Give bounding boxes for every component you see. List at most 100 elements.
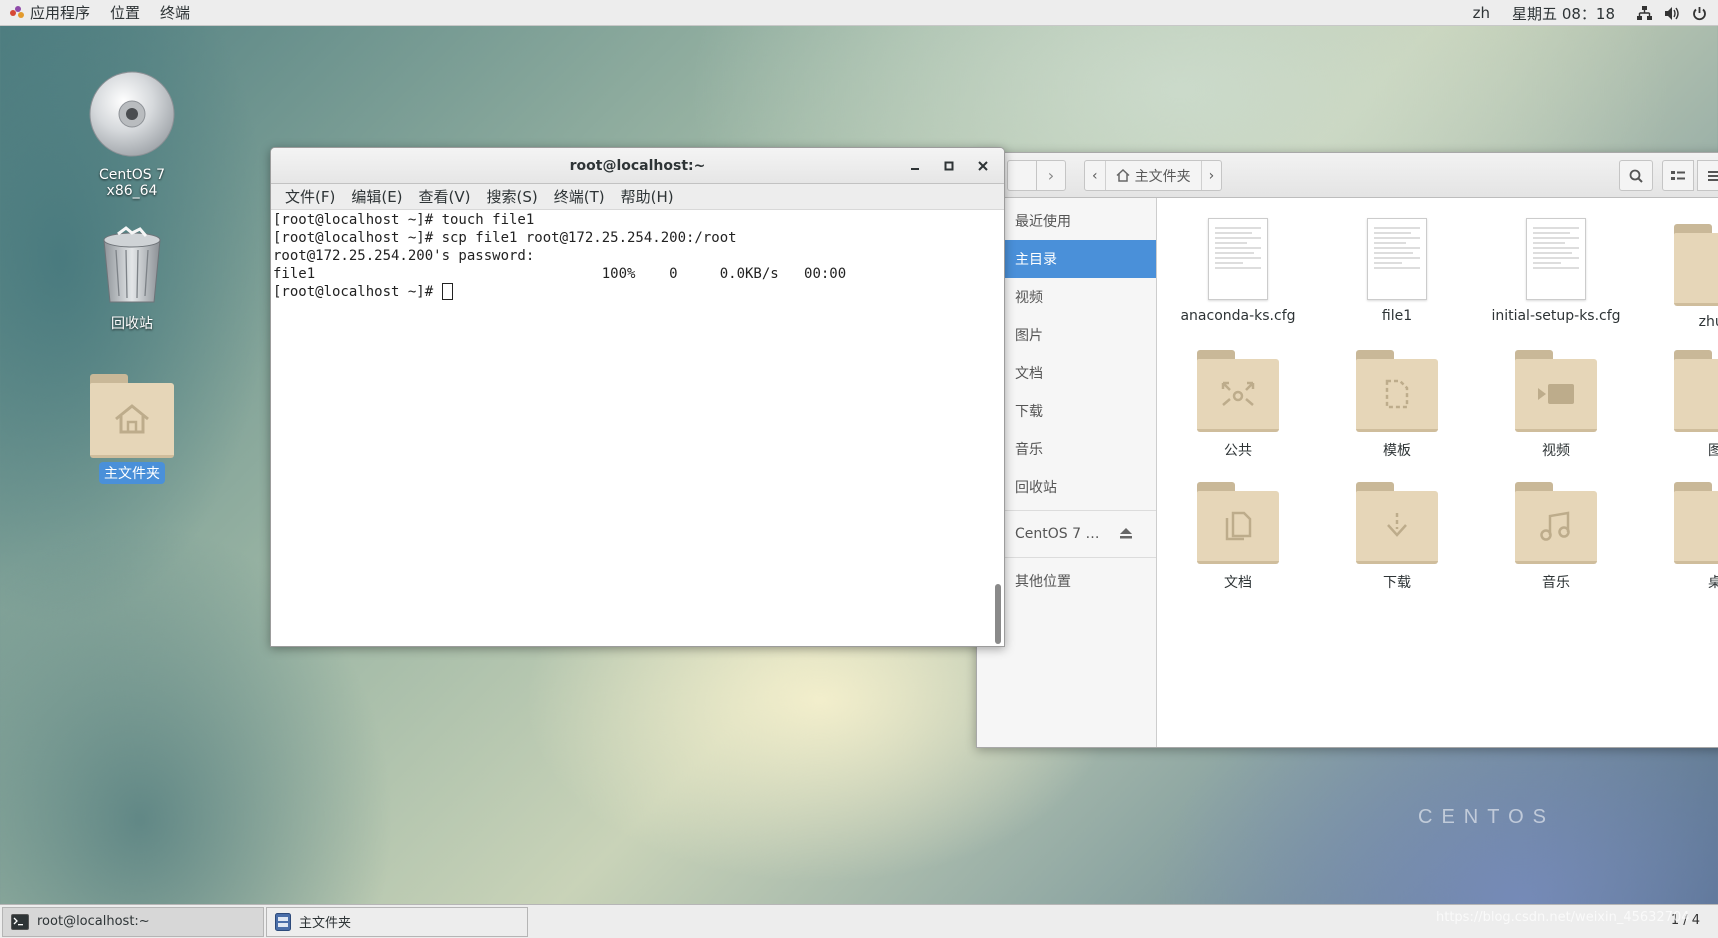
breadcrumb: ‹ 主文件夹 › (1084, 160, 1223, 191)
terminal-app-menu[interactable]: 终端 (150, 0, 200, 26)
terminal-icon (11, 913, 29, 930)
menu-terminal[interactable]: 终端(T) (546, 186, 613, 207)
applications-menu[interactable]: 应用程序 (0, 0, 100, 26)
text-file-icon (1208, 218, 1268, 300)
scrollbar-thumb[interactable] (995, 584, 1001, 644)
desktop-icon-trash[interactable]: 回收站 (72, 226, 192, 334)
music-folder-icon (1515, 482, 1597, 564)
file-name: file1 (1381, 308, 1413, 324)
file-item[interactable]: anaconda-ks.cfg (1163, 218, 1313, 324)
centos-wallpaper-logo: CENTOS (1418, 806, 1555, 828)
file-name: 模板 (1383, 443, 1411, 459)
sidebar-item-label: 主目录 (1015, 252, 1057, 268)
public-folder-icon (1197, 350, 1279, 432)
network-icon (1637, 5, 1652, 20)
file-manager-icon (275, 912, 291, 931)
terminal-scrollbar[interactable] (993, 211, 1001, 644)
file-item[interactable]: 视频 (1481, 350, 1631, 460)
menu-search[interactable]: 搜索(S) (479, 186, 546, 207)
breadcrumb-right-arrow[interactable]: › (1200, 161, 1222, 190)
close-button[interactable] (966, 148, 1000, 184)
chevron-right-icon: › (1047, 166, 1055, 185)
file-name: anaconda-ks.cfg (1180, 308, 1296, 324)
file-name: 桌 (1640, 572, 1718, 592)
back-button[interactable] (1007, 160, 1037, 191)
minimize-button[interactable] (898, 148, 932, 184)
menu-view[interactable]: 查看(V) (411, 186, 479, 207)
file-item[interactable]: initial-setup-ks.cfg (1481, 218, 1631, 324)
terminal-line: root@172.25.254.200's password: (273, 248, 543, 264)
menu-edit[interactable]: 编辑(E) (343, 186, 410, 207)
search-button[interactable] (1619, 160, 1653, 191)
menu-file[interactable]: 文件(F) (277, 186, 343, 207)
file-item[interactable]: 模板 (1322, 350, 1472, 460)
file-item[interactable]: file1 (1322, 218, 1472, 324)
top-panel: 应用程序 位置 终端 zh 星期五 08：18 (0, 0, 1718, 26)
search-icon (1629, 169, 1643, 183)
window-title: root@localhost:~ (569, 157, 706, 174)
text-file-icon (1367, 218, 1427, 300)
terminal-cursor (441, 283, 453, 300)
gnome-foot-icon (10, 5, 24, 20)
terminal-menu-label: 终端 (160, 4, 191, 22)
terminal-menubar: 文件(F) 编辑(E) 查看(V) 搜索(S) 终端(T) 帮助(H) (271, 184, 1004, 210)
menu-help[interactable]: 帮助(H) (613, 186, 682, 207)
file-name: 图 (1640, 440, 1718, 460)
trash-icon (103, 226, 161, 303)
sidebar-item-label: 文档 (1015, 366, 1043, 382)
eject-icon[interactable] (1120, 528, 1132, 539)
list-view-icon (1671, 170, 1685, 180)
task-file-manager[interactable]: 主文件夹 (266, 906, 528, 937)
desktop-icon-label: 主文件夹 (99, 462, 165, 484)
file-item[interactable]: 桌 (1640, 482, 1718, 592)
chevron-left-icon: ‹ (1092, 167, 1098, 184)
file-item[interactable]: 文档 (1163, 482, 1313, 592)
file-name: zhuc (1698, 314, 1718, 330)
file-item[interactable]: 下载 (1322, 482, 1472, 592)
sidebar-item-label: 最近使用 (1015, 214, 1071, 230)
maximize-button[interactable] (932, 148, 966, 184)
file-name: 音乐 (1542, 575, 1570, 591)
terminal-window: root@localhost:~ 文件(F) 编辑(E) 查看(V) 搜索(S)… (270, 147, 1005, 647)
sidebar-item-label: 回收站 (1015, 480, 1057, 496)
file-item[interactable]: 图 (1640, 350, 1718, 460)
file-manager-headerbar: › ‹ 主文件夹 › (977, 153, 1718, 198)
forward-button[interactable]: › (1036, 160, 1066, 191)
maximize-icon (944, 161, 954, 171)
sidebar-item-label: 视频 (1015, 290, 1043, 306)
input-language[interactable]: zh (1462, 0, 1501, 26)
file-grid: anaconda-ks.cfg file1 initial-setup-ks.c… (1157, 198, 1718, 747)
file-manager-window: › ‹ 主文件夹 › 最近使用 主目录 视频 图片 文档 下载 音乐 回收站 C… (976, 152, 1718, 748)
breadcrumb-home[interactable]: 主文件夹 (1106, 161, 1201, 190)
home-folder-icon (90, 374, 174, 458)
file-name: initial-setup-ks.cfg (1491, 308, 1621, 324)
close-icon (978, 161, 988, 171)
disc-icon (89, 71, 175, 157)
places-menu[interactable]: 位置 (100, 0, 150, 26)
breadcrumb-label: 主文件夹 (1134, 168, 1191, 185)
desktop-icon-label: CentOS 7 x86_64 (98, 167, 165, 199)
task-terminal[interactable]: root@localhost:~ (2, 906, 264, 937)
terminal-titlebar[interactable]: root@localhost:~ (271, 148, 1004, 184)
desktop-icon-label: 回收站 (111, 316, 153, 332)
templates-folder-icon (1356, 350, 1438, 432)
task-label: 主文件夹 (299, 916, 352, 931)
file-item[interactable]: 公共 (1163, 350, 1313, 460)
file-item[interactable]: zhuc (1640, 218, 1718, 330)
power-icon (1693, 6, 1706, 20)
breadcrumb-left-arrow[interactable]: ‹ (1085, 161, 1106, 190)
terminal-output[interactable]: [root@localhost ~]# touch file1 [root@loc… (271, 211, 992, 646)
menu-button[interactable] (1697, 160, 1718, 191)
sidebar-item-label: 音乐 (1015, 442, 1043, 458)
view-toggle-button[interactable] (1662, 160, 1694, 191)
desktop-icon-home[interactable]: 主文件夹 (72, 374, 192, 484)
desktop-icon-dvd[interactable]: CentOS 7 x86_64 (72, 70, 192, 200)
system-status[interactable] (1626, 0, 1718, 26)
file-item[interactable]: 音乐 (1481, 482, 1631, 592)
sidebar-item-label: 图片 (1015, 328, 1043, 344)
sidebar-item-label: 其他位置 (1015, 574, 1071, 590)
videos-folder-icon (1515, 350, 1597, 432)
desktop-folder-icon (1674, 482, 1718, 564)
clock[interactable]: 星期五 08：18 (1501, 0, 1626, 26)
downloads-folder-icon (1356, 482, 1438, 564)
